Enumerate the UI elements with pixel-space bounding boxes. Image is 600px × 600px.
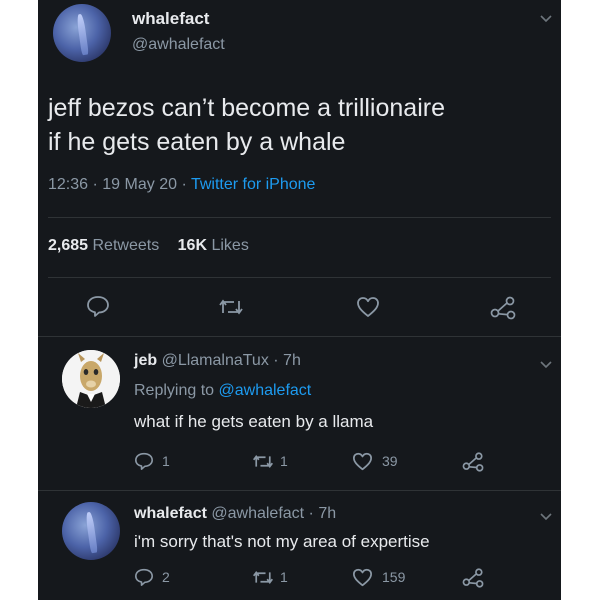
author-handle[interactable]: @awhalefact [132, 36, 225, 54]
whale-icon [76, 14, 89, 56]
meta-separator: · [181, 176, 187, 193]
llama-icon [62, 350, 120, 408]
heart-icon[interactable] [352, 452, 373, 471]
likes-label: Likes [211, 237, 249, 254]
chevron-down-icon[interactable] [539, 358, 553, 373]
reply-author-name[interactable]: whalefact [134, 505, 207, 522]
avatar-whalefact[interactable] [62, 502, 120, 560]
divider [48, 217, 551, 218]
replying-to-link[interactable]: @awhalefact [219, 382, 312, 399]
share-nodes-icon[interactable] [462, 568, 484, 588]
chevron-down-icon[interactable] [539, 12, 553, 27]
reply-header: whalefact @awhalefact · 7h [134, 505, 336, 523]
avatar-jeb[interactable] [62, 350, 120, 408]
avatar-whalefact[interactable] [53, 4, 111, 62]
replying-to: Replying to @awhalefact [134, 382, 311, 400]
author-name[interactable]: whalefact [132, 9, 209, 29]
like-count: 39 [382, 453, 398, 469]
retweet-arrows-icon[interactable] [218, 297, 244, 317]
reply-count: 1 [162, 453, 170, 469]
retweets-stat[interactable]: 2,685 Retweets [48, 237, 164, 254]
reply-count: 2 [162, 569, 170, 585]
chevron-down-icon[interactable] [539, 510, 553, 525]
retweet-count: 1 [280, 569, 288, 585]
tweet-time: 12:36 [48, 176, 89, 193]
reply-text: what if he gets eaten by a llama [134, 412, 374, 431]
retweets-label: Retweets [92, 237, 160, 254]
tweet-source-link[interactable]: Twitter for iPhone [191, 176, 316, 193]
reply-author-handle[interactable]: @LlamalnaTux · 7h [162, 352, 301, 369]
retweet-arrows-icon[interactable] [252, 453, 274, 470]
share-nodes-icon[interactable] [462, 452, 484, 472]
heart-icon[interactable] [352, 568, 373, 587]
replying-to-label: Replying to [134, 382, 215, 399]
divider [38, 336, 561, 337]
tweet-text-line-1: jeff bezos can’t become a trillionaire [48, 94, 445, 122]
reply-author-handle[interactable]: @awhalefact · 7h [211, 505, 336, 522]
retweet-count: 1 [280, 453, 288, 469]
likes-count: 16K [177, 237, 208, 254]
share-nodes-icon[interactable] [490, 296, 516, 320]
reply-author-name[interactable]: jeb [134, 352, 157, 369]
meta-separator: · [92, 176, 98, 193]
tweet-thread: whalefact @awhalefact jeff bezos can’t b… [38, 0, 561, 600]
heart-icon[interactable] [356, 296, 380, 318]
tweet-stats: 2,685 Retweets 16K Likes [48, 237, 249, 255]
tweet-date: 19 May 20 [102, 176, 177, 193]
reply-header: jeb @LlamalnaTux · 7h [134, 352, 301, 370]
retweets-count: 2,685 [48, 237, 89, 254]
whale-icon [85, 512, 98, 554]
tweet-meta: 12:36 · 19 May 20 · Twitter for iPhone [48, 176, 315, 194]
like-count: 159 [382, 569, 406, 585]
comment-bubble-icon[interactable] [134, 452, 154, 470]
comment-bubble-icon[interactable] [86, 295, 110, 317]
reply-text: i'm sorry that's not my area of expertis… [134, 532, 430, 551]
divider [48, 277, 551, 278]
tweet-text-line-2: if he gets eaten by a whale [48, 128, 346, 156]
retweet-arrows-icon[interactable] [252, 569, 274, 586]
likes-stat[interactable]: 16K Likes [178, 237, 249, 254]
divider [38, 490, 561, 491]
comment-bubble-icon[interactable] [134, 568, 154, 586]
